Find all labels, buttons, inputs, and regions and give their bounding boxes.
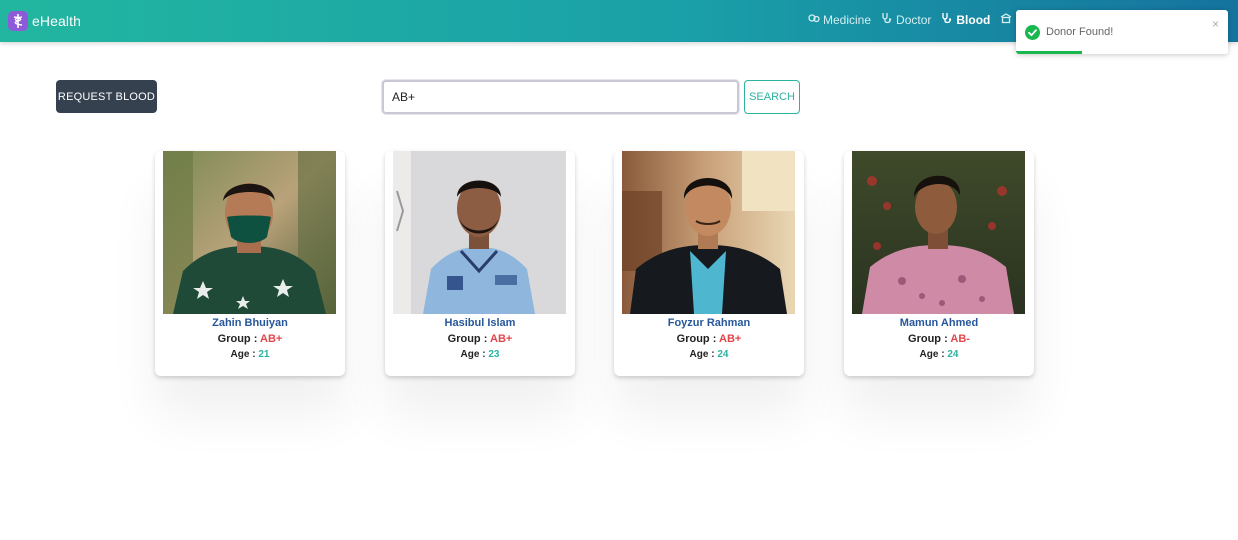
group-label: Group :	[217, 333, 261, 345]
blood-group-search-input[interactable]	[382, 80, 739, 114]
age-label: Age :	[460, 349, 489, 360]
toast-progress-bar	[1016, 51, 1082, 54]
age-label: Age :	[689, 349, 718, 360]
clinic-icon	[1000, 12, 1012, 27]
nav-item-label: Blood	[956, 12, 991, 27]
nav-item-medicine[interactable]: Medicine	[808, 12, 871, 27]
request-blood-button[interactable]: REQUEST BLOOD	[56, 80, 157, 113]
donor-card[interactable]: Zahin Bhuiyan Group : AB+ Age : 21	[155, 151, 345, 376]
donor-age: Age : 24	[844, 349, 1034, 360]
group-value: AB-	[950, 333, 970, 345]
donor-photo	[622, 151, 795, 314]
donor-age: Age : 24	[614, 349, 804, 360]
age-value: 24	[947, 349, 959, 360]
donor-name: Hasibul Islam	[444, 317, 516, 329]
close-icon[interactable]: ×	[1212, 18, 1219, 30]
age-label: Age :	[919, 349, 948, 360]
group-value: AB+	[490, 333, 513, 345]
group-value: AB+	[719, 333, 742, 345]
age-value: 21	[258, 349, 270, 360]
age-value: 23	[488, 349, 500, 360]
donor-blood-group: Group : AB-	[844, 333, 1034, 345]
donor-name: Foyzur Rahman	[667, 317, 751, 329]
donor-name: Mamun Ahmed	[899, 317, 979, 329]
donor-photo	[393, 151, 566, 314]
donor-age: Age : 21	[155, 349, 345, 360]
check-circle-icon	[1025, 25, 1040, 40]
search-button[interactable]: SEARCH	[744, 80, 800, 114]
donor-name: Zahin Bhuiyan	[212, 317, 288, 329]
group-label: Group :	[676, 333, 720, 345]
nav-item-blood[interactable]: Blood	[941, 12, 990, 27]
donor-age: Age : 23	[385, 349, 575, 360]
caduceus-logo-icon	[8, 11, 28, 31]
nav-item-label: Doctor	[896, 12, 932, 27]
pills-icon	[808, 12, 820, 27]
group-label: Group :	[908, 333, 951, 345]
nav-links: Medicine Doctor Blood Co	[808, 12, 1031, 27]
toast-notification: Donor Found! ×	[1016, 10, 1228, 54]
age-label: Age :	[230, 349, 259, 360]
donor-card[interactable]: Foyzur Rahman Group : AB+ Age : 24	[614, 151, 804, 376]
age-value: 24	[717, 349, 729, 360]
brand[interactable]: eHealth	[8, 9, 81, 33]
nav-item-doctor[interactable]: Doctor	[881, 12, 931, 27]
toast-message: Donor Found!	[1046, 26, 1114, 38]
brand-name: eHealth	[32, 13, 81, 29]
stethoscope-icon	[941, 12, 953, 27]
donor-photo	[163, 151, 336, 314]
group-value: AB+	[260, 333, 283, 345]
donor-blood-group: Group : AB+	[155, 333, 345, 345]
donor-card[interactable]: Mamun Ahmed Group : AB- Age : 24	[844, 151, 1034, 376]
donor-card[interactable]: Hasibul Islam Group : AB+ Age : 23	[385, 151, 575, 376]
nav-item-label: Medicine	[823, 12, 872, 27]
donor-photo	[852, 151, 1025, 314]
group-label: Group :	[447, 333, 491, 345]
donor-blood-group: Group : AB+	[614, 333, 804, 345]
stethoscope-icon	[881, 12, 893, 27]
donor-blood-group: Group : AB+	[385, 333, 575, 345]
